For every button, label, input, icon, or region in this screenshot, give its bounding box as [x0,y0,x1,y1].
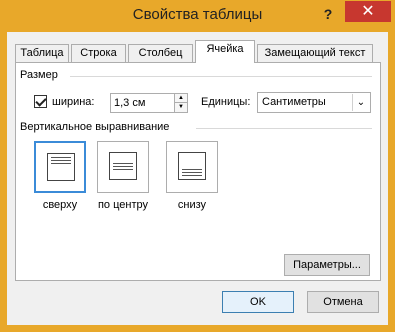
width-value: 1,3 см [114,97,146,109]
cancel-button[interactable]: Отмена [307,291,379,313]
tab-column[interactable]: Столбец [128,44,193,62]
valign-center-label[interactable]: по центру [88,199,158,211]
dialog-client-area: Таблица Строка Столбец Ячейка Замещающий… [7,32,388,325]
size-group-label: Размер [20,69,58,81]
units-label: Единицы: [201,96,251,108]
width-spinner[interactable]: 1,3 см ▲ ▼ [110,93,188,113]
tab-cell-label: Ячейка [206,43,244,55]
width-spinner-buttons: ▲ ▼ [174,94,187,112]
tab-table-label: Таблица [20,47,64,59]
units-value: Сантиметры [262,96,326,108]
tab-row-label: Строка [80,47,117,59]
tab-cell[interactable]: Ячейка [195,40,255,63]
valign-top-tile[interactable] [34,141,86,193]
align-middle-icon [109,152,137,180]
valign-group-label: Вертикальное выравнивание [20,121,170,133]
units-select[interactable]: Сантиметры ⌄ [257,92,371,113]
tab-row[interactable]: Строка [71,44,126,62]
spin-down-icon[interactable]: ▼ [174,103,187,112]
align-bottom-icon [178,152,206,180]
width-checkbox[interactable] [34,95,47,108]
tab-table[interactable]: Таблица [15,44,69,62]
cell-tab-panel: Размер ширина: 1,3 см ▲ ▼ Единицы: Санти… [15,62,381,281]
tab-alt-text-label: Замещающий текст [264,47,366,59]
dialog-window: Свойства таблицы ? ✕ Таблица Строка Стол… [0,0,395,332]
width-checkbox-label: ширина: [52,96,95,108]
ok-button[interactable]: OK [222,291,294,313]
size-group-divider [70,76,372,77]
parameters-button[interactable]: Параметры... [284,254,370,276]
help-button[interactable]: ? [316,4,340,24]
valign-bottom-label[interactable]: снизу [157,199,227,211]
tab-column-label: Столбец [138,47,183,59]
valign-top-label[interactable]: сверху [25,199,95,211]
close-button[interactable]: ✕ [345,1,391,22]
valign-center-tile[interactable] [97,141,149,193]
title-bar[interactable]: Свойства таблицы ? ✕ [0,0,395,32]
valign-group-divider [196,128,372,129]
tab-alt-text[interactable]: Замещающий текст [257,44,373,62]
valign-bottom-tile[interactable] [166,141,218,193]
align-top-icon [47,153,75,181]
spin-up-icon[interactable]: ▲ [174,94,187,103]
chevron-down-icon[interactable]: ⌄ [352,94,369,111]
